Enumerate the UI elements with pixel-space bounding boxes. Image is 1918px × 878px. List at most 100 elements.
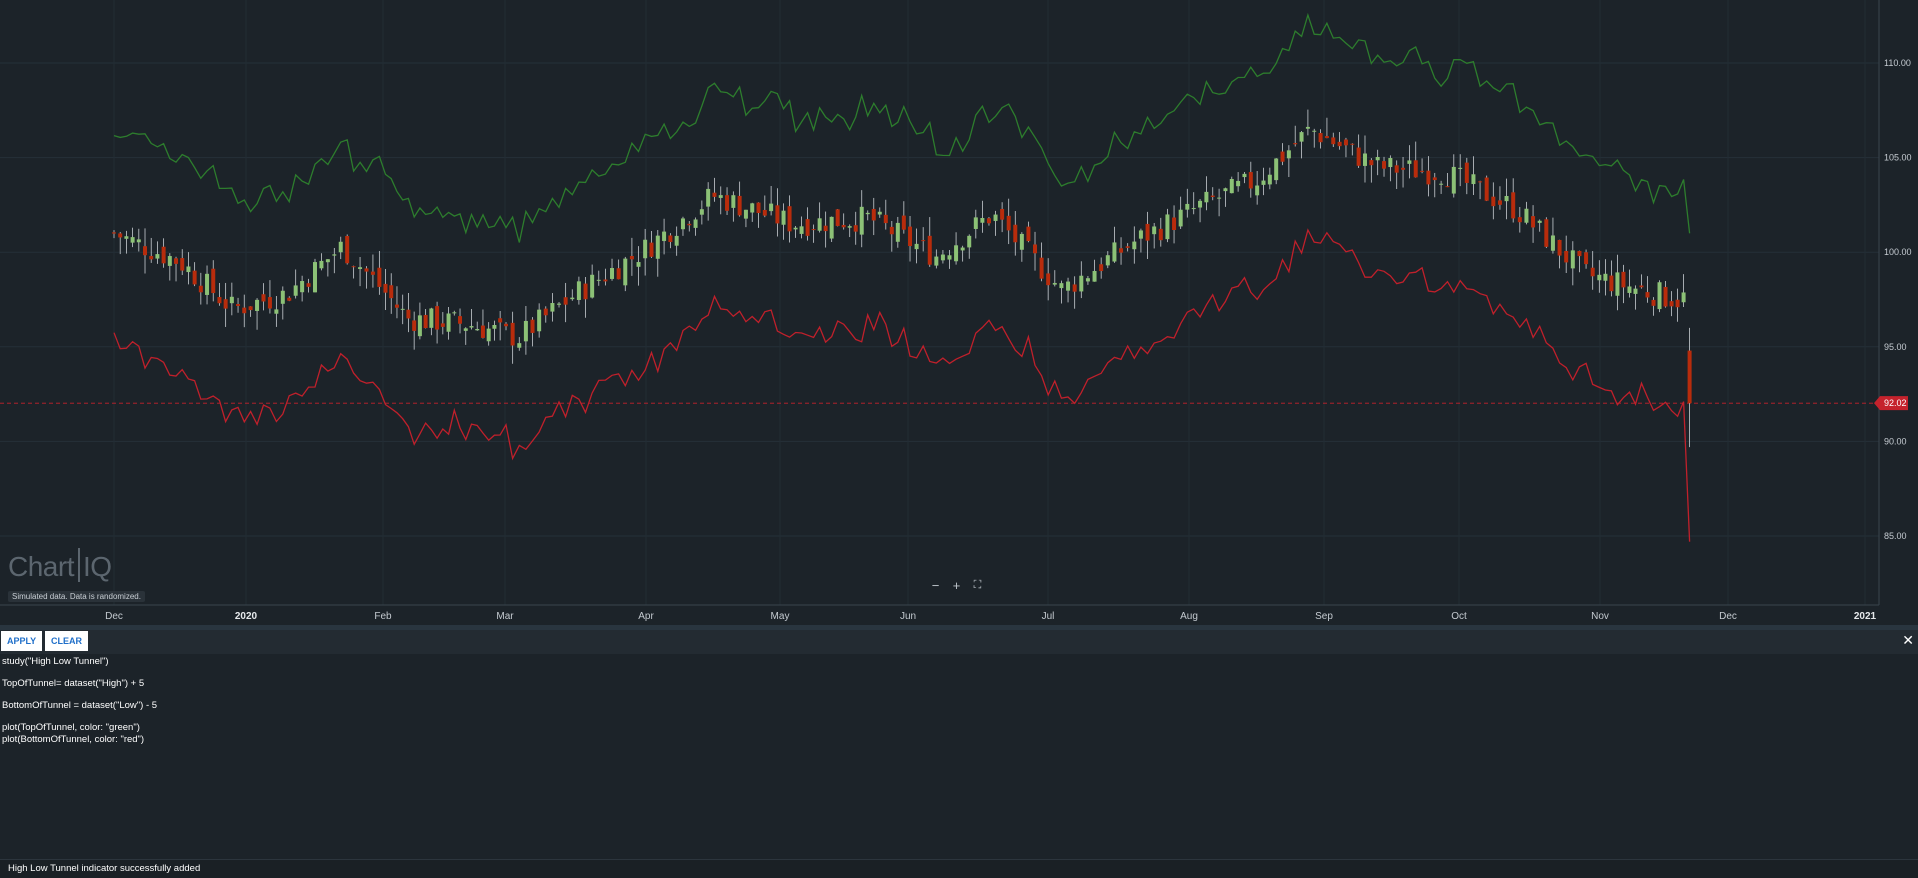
price-tick-label: 90.00	[1884, 436, 1907, 446]
candle-body	[743, 209, 748, 219]
candle-body	[475, 329, 480, 331]
candle-body	[973, 217, 978, 229]
candle-body	[1544, 219, 1549, 247]
candle-body	[1597, 274, 1602, 281]
clear-button[interactable]: CLEAR	[45, 631, 88, 651]
candle-body	[1615, 272, 1620, 296]
candle-body	[543, 308, 548, 316]
code-line-3: TopOfTunnel= dataset("High") + 5	[2, 678, 145, 689]
candle-body	[590, 274, 595, 298]
price-chart[interactable]: 110.00 105.00 100.00 95.00 90.00 85.00 Dec 202…	[0, 0, 1918, 625]
chart-area[interactable]: 110.00 105.00 100.00 95.00 90.00 85.00 Dec 202…	[0, 0, 1918, 625]
candle-body	[319, 260, 324, 269]
date-tick-label: Aug	[1180, 611, 1198, 622]
candle-body	[1464, 162, 1469, 183]
candle-body	[1584, 252, 1589, 265]
candle-body	[417, 315, 422, 337]
candle-body	[1204, 191, 1209, 203]
candle-body	[469, 326, 474, 328]
candle-body	[750, 203, 755, 213]
candle-body	[563, 297, 568, 305]
chartiq-logo: Chart IQ	[8, 548, 112, 583]
candle-body	[693, 219, 698, 228]
apply-button[interactable]: APPLY	[1, 631, 43, 651]
price-tick-label: 95.00	[1884, 342, 1907, 352]
candle-body	[1085, 278, 1090, 282]
candle-body	[674, 235, 679, 246]
candle-body	[161, 246, 166, 264]
date-tick-label: 2020	[235, 611, 258, 622]
candle-body	[364, 268, 369, 272]
candle-body	[557, 303, 562, 305]
candle-body	[680, 218, 685, 230]
date-tick-label: Jun	[900, 611, 916, 622]
candle-body	[817, 218, 822, 231]
candle-body	[762, 209, 767, 216]
candle-body	[908, 226, 913, 247]
candle-body	[1052, 282, 1057, 285]
price-tick-label: 85.00	[1884, 531, 1907, 541]
candle-body	[332, 254, 337, 256]
candle-body	[1669, 301, 1674, 307]
candle-body	[1099, 264, 1104, 272]
candle-body	[1432, 177, 1437, 181]
candle-body	[1039, 257, 1044, 279]
candle-body	[1059, 283, 1064, 289]
candlesticks	[112, 109, 1692, 448]
candle-body	[412, 320, 417, 331]
candle-body	[889, 226, 894, 235]
candle-body	[1570, 250, 1575, 269]
candle-body	[877, 211, 882, 215]
candle-body	[1079, 275, 1084, 292]
candle-body	[143, 246, 148, 256]
candle-body	[274, 309, 279, 314]
zoom-in-icon[interactable]: +	[949, 578, 964, 593]
candle-body	[799, 226, 804, 234]
candle-body	[452, 312, 457, 314]
candle-body	[1388, 158, 1393, 168]
candle-body	[1633, 288, 1638, 294]
candle-body	[149, 256, 154, 260]
candle-body	[180, 258, 185, 271]
candle-body	[1165, 214, 1170, 240]
candle-body	[1066, 281, 1071, 291]
candle-body	[406, 309, 411, 319]
candle-body	[1210, 195, 1215, 197]
current-price-tag: 92.02	[1874, 396, 1908, 411]
candle-body	[198, 285, 203, 293]
zoom-out-icon[interactable]: −	[928, 578, 943, 593]
date-tick-label: Oct	[1451, 611, 1467, 622]
candle-body	[1331, 137, 1336, 145]
candle-body	[370, 271, 375, 275]
candle-body	[610, 268, 615, 279]
candle-body	[793, 227, 798, 230]
fullscreen-icon[interactable]: ⛶	[970, 578, 985, 593]
candle-body	[1013, 224, 1018, 243]
candle-body	[1375, 157, 1380, 161]
candle-body	[1458, 167, 1463, 169]
candle-body	[636, 262, 641, 267]
candle-body	[1504, 195, 1509, 202]
date-tick-label: Sep	[1315, 611, 1333, 622]
candle-body	[504, 323, 509, 327]
script-editor[interactable]: study("High Low Tunnel") TopOfTunnel= da…	[0, 654, 1918, 859]
candle-body	[583, 283, 588, 300]
logo-divider	[77, 548, 80, 582]
candle-body	[1145, 223, 1150, 241]
candle-body	[1362, 153, 1367, 166]
candle-body	[394, 304, 399, 308]
candle-body	[993, 214, 998, 221]
candle-body	[1531, 216, 1536, 228]
candle-body	[389, 285, 394, 299]
price-axis: 110.00 105.00 100.00 95.00 90.00 85.00	[1884, 58, 1912, 541]
code-line-7: plot(TopOfTunnel, color: "green")	[2, 722, 140, 733]
candle-body	[1564, 250, 1569, 263]
candle-body	[1394, 165, 1399, 173]
close-icon[interactable]: ✕	[1902, 632, 1914, 649]
candle-body	[383, 283, 388, 293]
price-tick-label: 105.00	[1884, 153, 1912, 163]
candle-body	[1000, 208, 1005, 220]
candle-body	[603, 279, 608, 282]
date-tick-label: Nov	[1591, 611, 1609, 622]
candle-body	[1217, 197, 1222, 199]
